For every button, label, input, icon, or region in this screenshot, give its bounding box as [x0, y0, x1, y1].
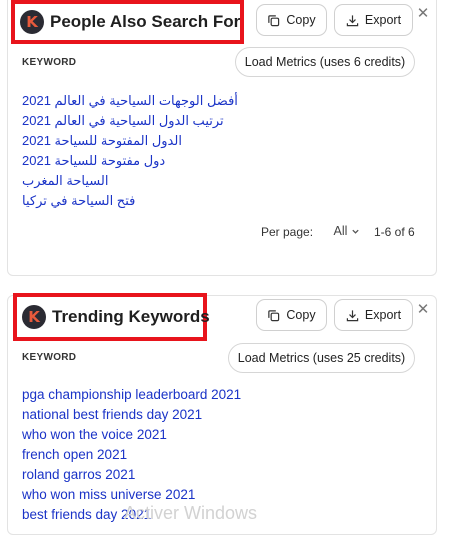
download-icon	[346, 309, 359, 321]
keyword-column-header: KEYWORD	[22, 352, 77, 363]
close-icon[interactable]: ✕	[416, 6, 430, 21]
copy-icon	[268, 14, 280, 26]
close-icon[interactable]: ✕	[416, 302, 430, 317]
pagination-range: 1-6 of 6	[374, 225, 415, 239]
download-icon	[346, 14, 359, 26]
chevron-down-icon	[352, 229, 360, 234]
copy-icon	[268, 309, 280, 321]
keyword-link[interactable]: السياحة المغرب	[22, 171, 108, 191]
keyword-link[interactable]: دول مفتوحة للسياحة 2021	[22, 151, 165, 171]
keyword-link[interactable]: who won the voice 2021	[22, 425, 241, 445]
keyword-link[interactable]: best friends day 2021	[22, 505, 241, 525]
keyword-link[interactable]: pga championship leaderboard 2021	[22, 385, 241, 405]
keyword-link[interactable]: أفضل الوجهات السياحية في العالم 2021	[22, 91, 238, 111]
people-also-search-panel: K People Also Search For Copy Export ✕ K…	[7, 0, 437, 276]
panel-title-highlight: K Trending Keywords	[13, 293, 210, 341]
per-page-label: Per page:	[261, 225, 314, 239]
export-button[interactable]: Export	[334, 299, 413, 331]
copy-button[interactable]: Copy	[256, 299, 327, 331]
pagination: Per page: All 1-6 of 6	[8, 220, 438, 244]
keywords-everywhere-logo: K	[20, 10, 44, 34]
copy-button[interactable]: Copy	[256, 4, 327, 36]
keyword-link[interactable]: french open 2021	[22, 445, 241, 465]
keyword-link[interactable]: roland garros 2021	[22, 465, 241, 485]
load-metrics-button[interactable]: Load Metrics (uses 6 credits)	[235, 47, 415, 77]
panel-title: People Also Search For	[50, 12, 241, 31]
keyword-list: pga championship leaderboard 2021 nation…	[22, 385, 241, 525]
per-page-select[interactable]: All	[326, 220, 368, 242]
keyword-link[interactable]: who won miss universe 2021	[22, 485, 241, 505]
keyword-column-header: KEYWORD	[22, 57, 77, 68]
panel-title: Trending Keywords	[52, 307, 210, 326]
panel-title-highlight: K People Also Search For	[11, 0, 244, 44]
trending-keywords-panel: K Trending Keywords Copy Export ✕ KEYWOR…	[7, 293, 437, 535]
keyword-link[interactable]: ترتيب الدول السياحية في العالم 2021	[22, 111, 224, 131]
keyword-link[interactable]: فتح السياحة في تركيا	[22, 191, 135, 211]
keyword-link[interactable]: national best friends day 2021	[22, 405, 241, 425]
export-button[interactable]: Export	[334, 4, 413, 36]
keywords-everywhere-logo: K	[22, 305, 46, 329]
load-metrics-button[interactable]: Load Metrics (uses 25 credits)	[228, 343, 415, 373]
keyword-list: أفضل الوجهات السياحية في العالم 2021 ترت…	[22, 91, 238, 211]
keyword-link[interactable]: الدول المفتوحة للسياحة 2021	[22, 131, 182, 151]
